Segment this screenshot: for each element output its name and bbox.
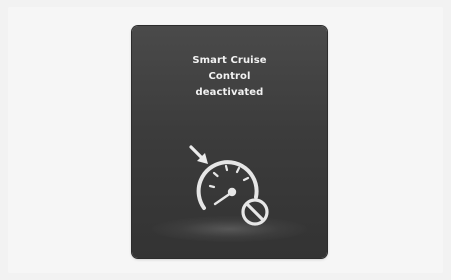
message-line-1: Smart Cruise [192, 55, 267, 66]
cluster-display: Smart Cruise Control deactivated [132, 26, 327, 258]
message-line-2: Control [208, 71, 251, 82]
no-symbol-icon [241, 198, 269, 226]
message-line-3: deactivated [195, 87, 264, 98]
set-speed-arrow-icon [189, 145, 208, 164]
cruise-control-status-message: Smart Cruise Control deactivated [132, 53, 327, 101]
smart-cruise-control-deactivated-icon [181, 134, 281, 234]
